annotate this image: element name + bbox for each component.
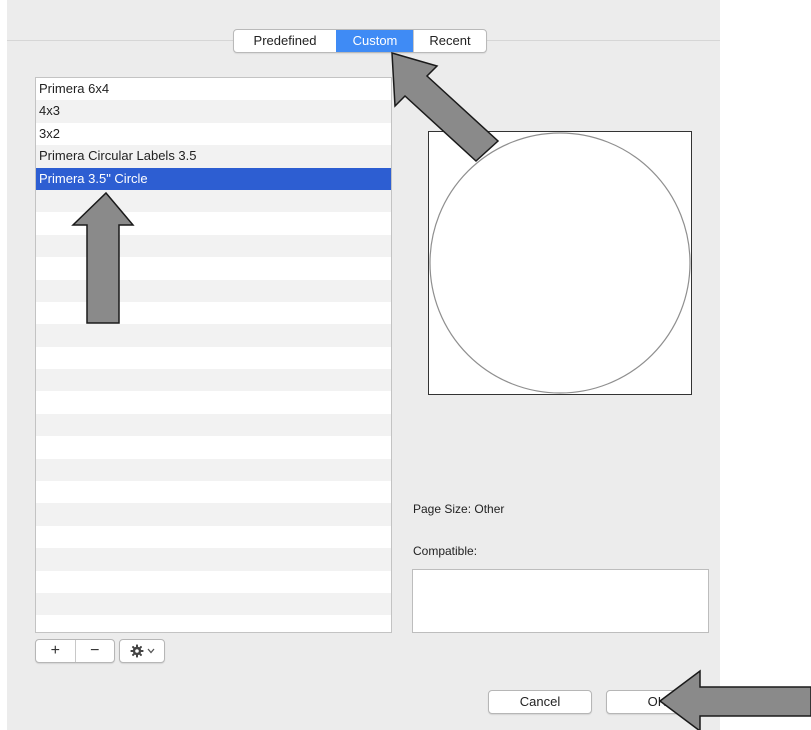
annotation-arrow-up <box>71 191 135 324</box>
annotation-arrows <box>71 51 811 730</box>
annotation-arrow-diagonal <box>391 51 500 163</box>
annotation-arrow-left <box>658 669 811 730</box>
